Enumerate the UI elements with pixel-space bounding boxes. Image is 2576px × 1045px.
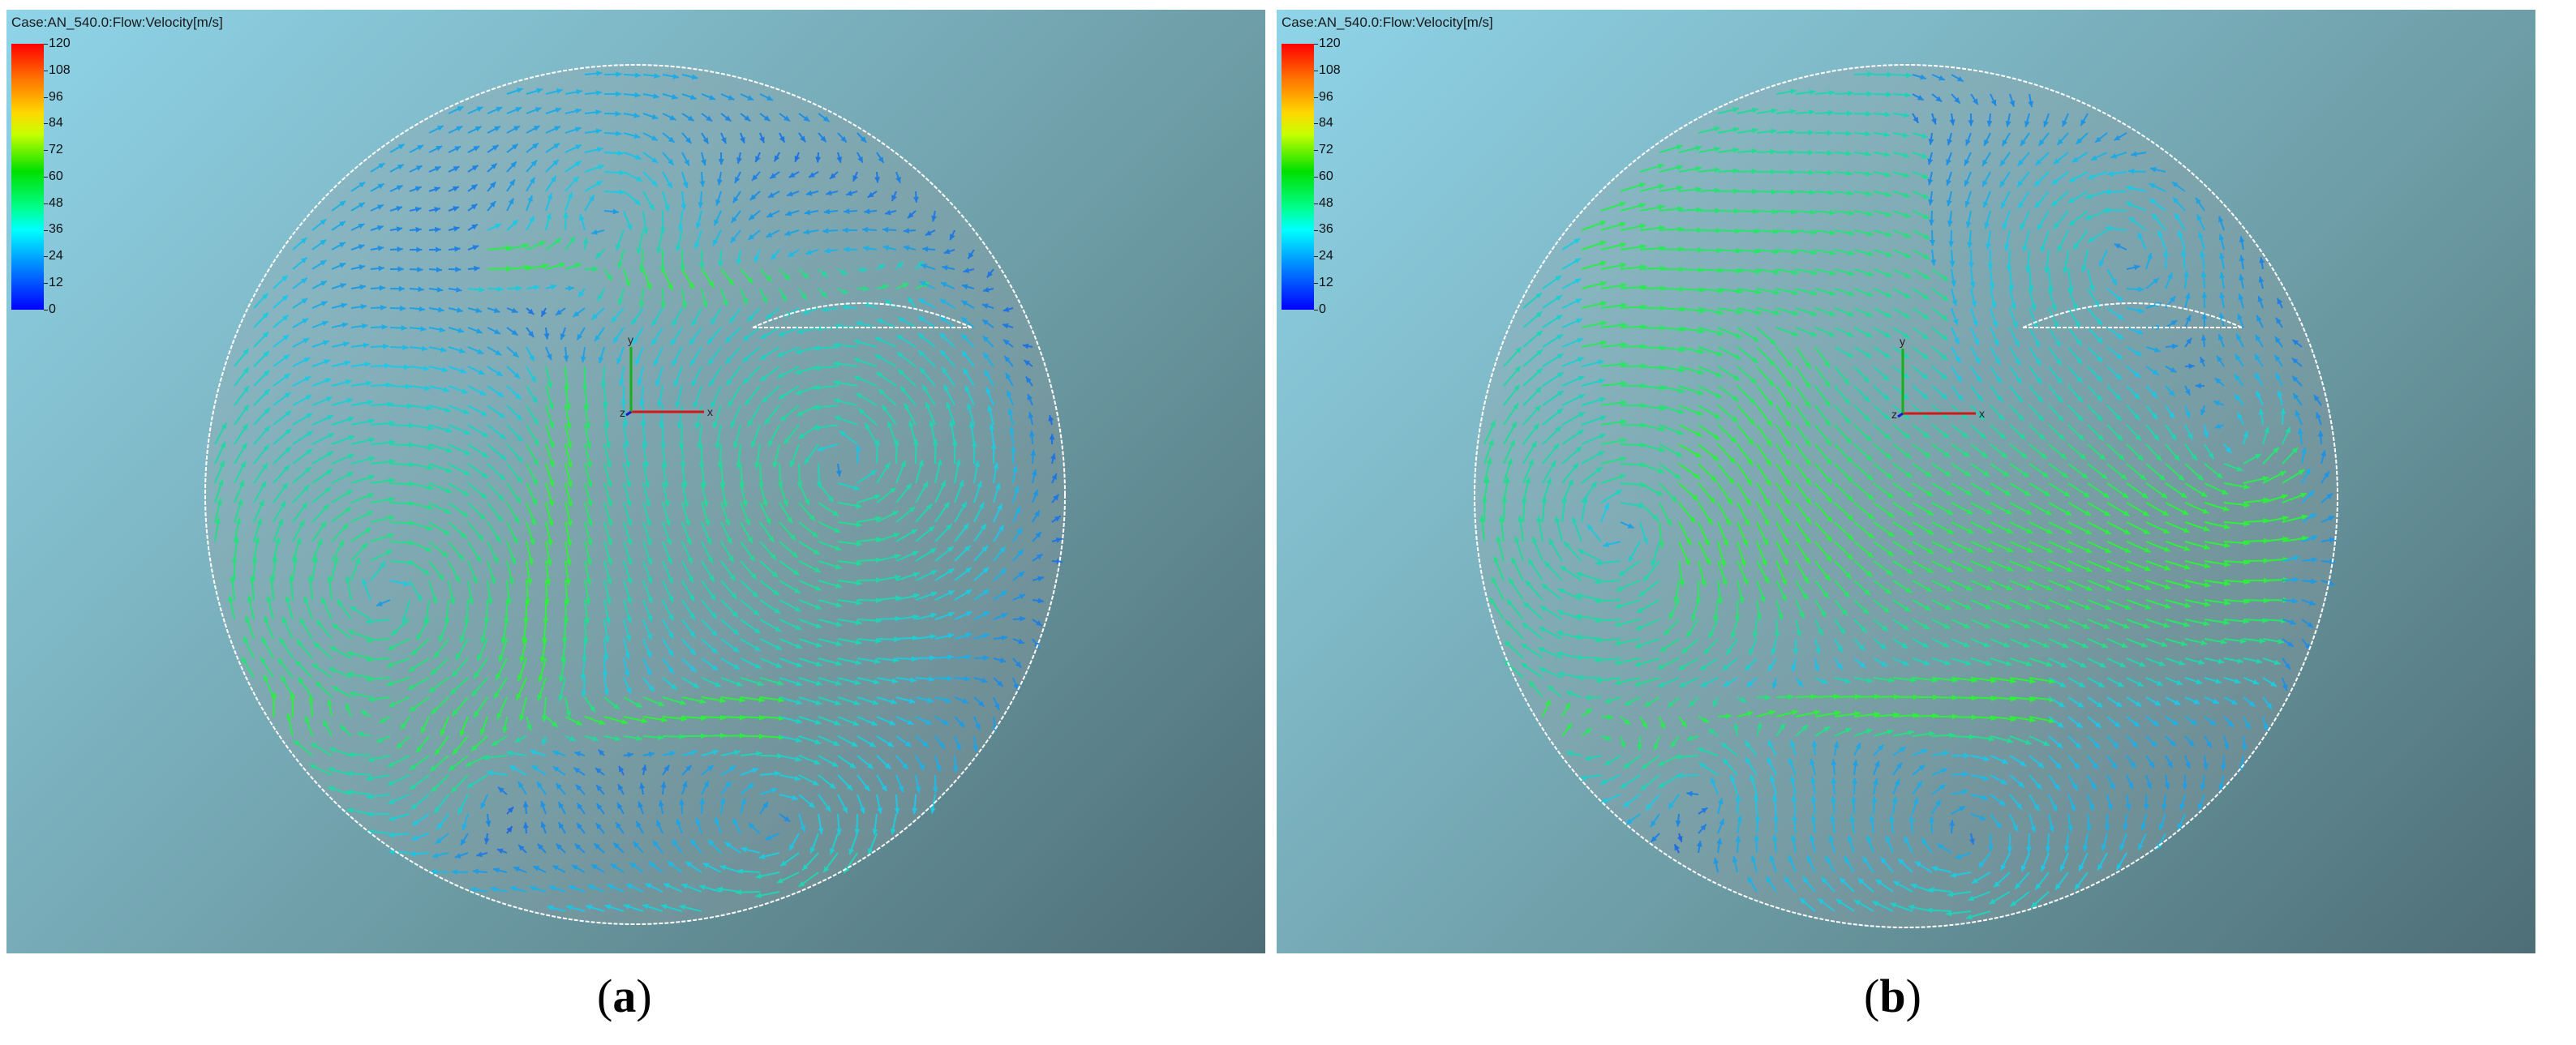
colorbar-tick-mark: [44, 44, 48, 45]
colorbar-tick-label: 84: [49, 116, 63, 130]
colorbar-tick-label: 12: [49, 276, 63, 289]
colorbar-tick-mark: [44, 229, 48, 231]
colorbar-tick-label: 36: [49, 222, 63, 236]
colorbar-tick-label: 24: [49, 249, 63, 263]
vector-field-b: xyz: [1474, 64, 2338, 928]
colorbar-tick-label: 0: [49, 302, 56, 316]
colorbar-tick-mark: [44, 123, 48, 125]
velocity-colorbar: [11, 44, 44, 310]
case-title: Case:AN_540.0:Flow:Velocity[m/s]: [11, 15, 223, 30]
colorbar-tick-label: 60: [49, 169, 63, 183]
colorbar-tick-mark: [44, 150, 48, 152]
vector-field-a: x y z: [204, 64, 1066, 925]
colorbar-tick-mark: [44, 203, 48, 204]
colorbar-tick-label: 72: [49, 143, 63, 156]
colorbar-tick-mark: [44, 310, 48, 311]
cylinder-section: [205, 65, 1065, 924]
velocity-plot-b: xyz Case:AN_540.0:Flow:Velocity[m/s] 120…: [1277, 10, 2535, 953]
colorbar-tick-mark: [44, 96, 48, 98]
y-axis-label: y: [628, 333, 633, 346]
colorbar-tick-mark: [44, 256, 48, 258]
colorbar-tick-label: 120: [49, 36, 71, 50]
colorbar-tick-label: 108: [49, 63, 71, 77]
colorbar-tick-mark: [44, 283, 48, 285]
velocity-plot-a: xyz Case:AN_540.0:Flow:Velocity[m/s] 120…: [6, 10, 1265, 953]
colorbar-tick-label: 96: [49, 90, 63, 104]
colorbar-tick-label: 48: [49, 196, 63, 210]
z-axis-label: z: [620, 406, 625, 419]
x-axis-label: x: [707, 405, 713, 418]
colorbar-tick-mark: [44, 177, 48, 178]
